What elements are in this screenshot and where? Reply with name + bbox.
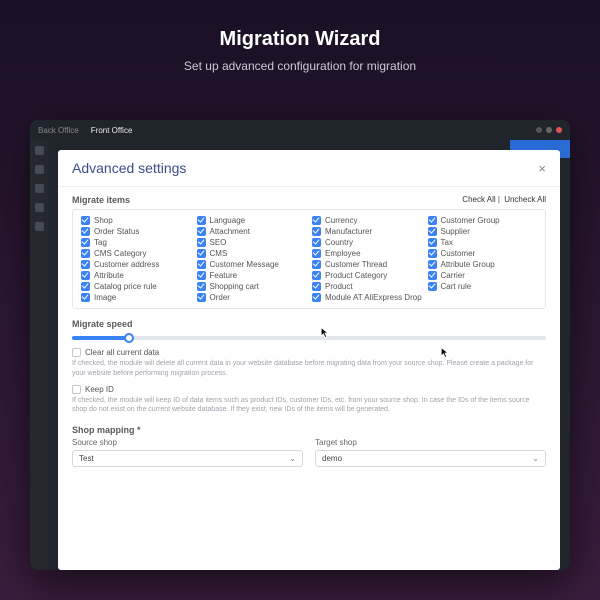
migrate-item-checkbox[interactable]: Carrier [428, 271, 538, 280]
migrate-item-checkbox[interactable]: Cart rule [428, 282, 538, 291]
migrate-item-checkbox[interactable]: CMS Category [81, 249, 191, 258]
migrate-item-checkbox[interactable]: Customer address [81, 260, 191, 269]
migrate-item-checkbox[interactable]: Tag [81, 238, 191, 247]
migrate-item-checkbox[interactable]: Catalog price rule [81, 282, 191, 291]
keep-id-help: If checked, the module will keep ID of d… [72, 396, 546, 416]
migrate-item-checkbox[interactable]: Currency [312, 216, 422, 225]
migrate-item-checkbox[interactable]: Order [197, 293, 307, 302]
migrate-item-checkbox[interactable]: Country [312, 238, 422, 247]
close-icon[interactable] [556, 127, 562, 133]
shop-mapping-label: Shop mapping * [72, 425, 546, 435]
migrate-items-grid: Shop Language Currency Customer Group Order … [72, 209, 546, 309]
migrate-item-checkbox[interactable]: Shop [81, 216, 191, 225]
migrate-item-checkbox[interactable]: Image [81, 293, 191, 302]
migrate-item-checkbox[interactable]: Manufacturer [312, 227, 422, 236]
tab-back-office[interactable]: Back Office [38, 126, 79, 135]
window-controls [536, 127, 562, 133]
migrate-item-checkbox[interactable]: Supplier [428, 227, 538, 236]
app-topbar: Back Office Front Office [30, 120, 570, 140]
nav-sidebar [30, 140, 48, 570]
uncheck-all-link[interactable]: Uncheck All [504, 195, 546, 204]
migrate-item-checkbox[interactable]: Customer Thread [312, 260, 422, 269]
modal-close-button[interactable]: × [538, 161, 546, 176]
target-shop-label: Target shop [315, 438, 546, 447]
advanced-settings-modal: Advanced settings × Migrate items Check … [58, 150, 560, 570]
migrate-item-checkbox[interactable]: Tax [428, 238, 538, 247]
migrate-item-checkbox[interactable]: Product [312, 282, 422, 291]
migrate-item-checkbox[interactable]: Customer Message [197, 260, 307, 269]
migrate-item-checkbox[interactable]: Shopping cart [197, 282, 307, 291]
migrate-item-checkbox[interactable]: Attribute [81, 271, 191, 280]
migrate-item-checkbox[interactable]: Language [197, 216, 307, 225]
source-shop-label: Source shop [72, 438, 303, 447]
migrate-item-checkbox[interactable]: Product Category [312, 271, 422, 280]
migrate-item-checkbox[interactable]: Order Status [81, 227, 191, 236]
check-all-link[interactable]: Check All [462, 195, 495, 204]
migrate-item-checkbox[interactable]: Employee [312, 249, 422, 258]
modal-title: Advanced settings [72, 160, 186, 176]
page-title: Migration Wizard [0, 28, 600, 51]
migrate-item-checkbox[interactable]: SEO [197, 238, 307, 247]
migrate-item-checkbox[interactable]: Customer [428, 249, 538, 258]
migrate-speed-slider[interactable] [72, 332, 546, 342]
migrate-item-checkbox[interactable]: CMS [197, 249, 307, 258]
tab-front-office[interactable]: Front Office [91, 126, 133, 135]
clear-data-help: If checked, the module will delete all c… [72, 359, 546, 379]
slider-thumb[interactable] [124, 333, 134, 343]
migrate-speed-label: Migrate speed [72, 319, 546, 329]
clear-data-checkbox[interactable]: Clear all current data [72, 348, 546, 357]
migrate-item-checkbox[interactable]: Attribute Group [428, 260, 538, 269]
source-shop-select[interactable]: Test [72, 450, 303, 467]
page-subtitle: Set up advanced configuration for migrat… [0, 59, 600, 73]
migrate-item-checkbox[interactable]: Feature [197, 271, 307, 280]
migrate-item-checkbox[interactable]: Module AT AliExpress Dropsh… [312, 293, 422, 302]
screenshot-frame: Back Office Front Office Advanced settin… [30, 120, 570, 570]
migrate-item-checkbox[interactable]: Attachment [197, 227, 307, 236]
migrate-items-label: Migrate items [72, 195, 130, 205]
migrate-item-checkbox[interactable]: Customer Group [428, 216, 538, 225]
keep-id-checkbox[interactable]: Keep ID [72, 385, 546, 394]
target-shop-select[interactable]: demo [315, 450, 546, 467]
